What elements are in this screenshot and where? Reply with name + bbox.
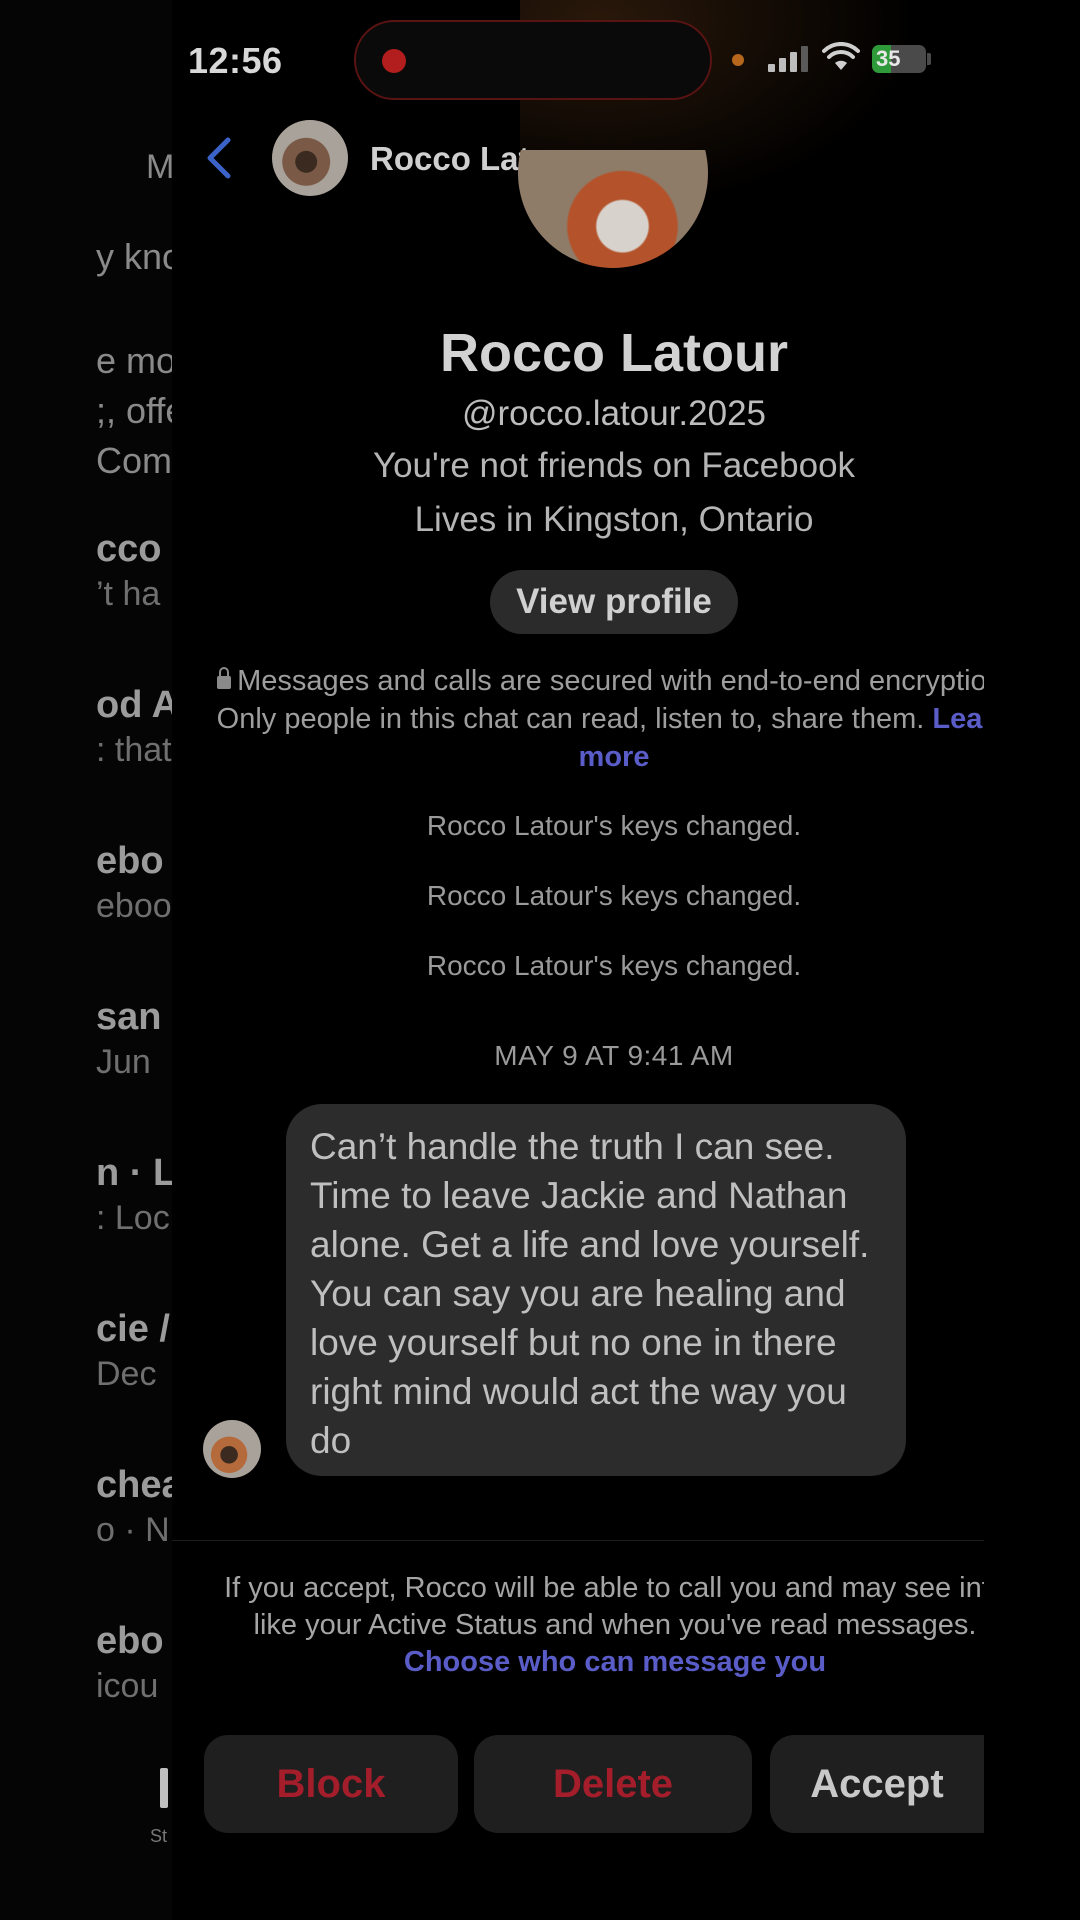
accept-button[interactable]: Accept [770, 1735, 984, 1833]
list-item[interactable]: od A : that [96, 684, 172, 770]
status-time: 12:56 [188, 40, 283, 81]
list-item-name: cie / [96, 1308, 170, 1350]
list-item-name: n · L [96, 1152, 172, 1194]
list-item-preview: : Loc [96, 1199, 170, 1237]
list-item[interactable]: n · L : Loc [96, 1152, 172, 1238]
sender-avatar[interactable] [203, 1420, 261, 1478]
list-item-preview: e mo [96, 340, 172, 381]
list-item[interactable]: ebo icou [96, 1620, 172, 1706]
block-button[interactable]: Block [204, 1735, 458, 1833]
list-item-preview: eboo [96, 887, 172, 925]
list-item[interactable]: ebo eboo [96, 840, 172, 926]
recording-indicator-icon [382, 49, 406, 73]
stories-tab-icon[interactable] [160, 1768, 168, 1808]
list-item[interactable]: e mo ;, offe Comr [96, 340, 172, 482]
dynamic-island [354, 20, 712, 100]
list-item-preview: icou [96, 1667, 159, 1705]
background-list-title: M [146, 148, 172, 186]
background-conversation-list: M y kno e mo ;, offe Comr cco L ’t ha od… [0, 0, 172, 1920]
wifi-icon [822, 42, 860, 70]
list-item-preview: o · N [96, 1511, 170, 1549]
list-item-preview: Jun [96, 1043, 151, 1081]
list-item-preview: ’t ha [96, 575, 161, 613]
friendship-status: You're not friends on Facebook [372, 446, 856, 485]
profile-avatar [518, 150, 708, 268]
delete-button[interactable]: Delete [474, 1735, 752, 1833]
message-bubble[interactable]: Can’t handle the truth I can see. Time t… [286, 1104, 906, 1476]
battery-tip [927, 53, 931, 65]
list-item-name: od A [96, 684, 172, 726]
list-item[interactable]: cie / Dec [96, 1308, 172, 1394]
keys-changed-notice: Rocco Latour's keys changed. [426, 880, 802, 911]
back-chevron-icon[interactable] [200, 134, 236, 182]
list-item-name: ebo [96, 840, 164, 882]
keys-changed-notice: Rocco Latour's keys changed. [426, 810, 802, 841]
privacy-indicator-icon [732, 54, 744, 66]
list-item-name: cco L [96, 528, 172, 570]
list-item[interactable]: cco L ’t ha [96, 528, 172, 614]
profile-handle: @rocco.latour.2025 [461, 394, 767, 433]
list-item-preview: : that [96, 731, 172, 769]
date-separator: MAY 9 AT 9:41 AM [494, 1040, 734, 1071]
stories-tab-label: St [150, 1826, 168, 1846]
keys-changed-notice: Rocco Latour's keys changed. [426, 950, 802, 981]
header-avatar[interactable] [272, 120, 348, 196]
list-item[interactable]: chea o · N [96, 1464, 172, 1550]
list-item-preview: y kno [96, 236, 172, 277]
list-item-name: chea [96, 1464, 172, 1506]
divider [172, 1540, 984, 1541]
list-item[interactable]: san E Jun [96, 996, 172, 1082]
profile-name: Rocco Latour [439, 323, 789, 383]
screen-edge [984, 0, 1080, 1920]
list-item-preview: Comr [96, 440, 172, 481]
list-item[interactable]: y kno [96, 236, 172, 278]
message-request-info: If you accept, Rocco will be able to cal… [220, 1570, 1010, 1681]
list-item-preview: Dec [96, 1355, 157, 1393]
list-item-name: ebo [96, 1620, 164, 1662]
lock-icon [217, 667, 232, 689]
choose-who-can-message-link[interactable]: Choose who can message you [404, 1646, 826, 1678]
request-info-text: If you accept, Rocco will be able to cal… [224, 1572, 1006, 1641]
view-profile-button[interactable]: View profile [490, 570, 738, 634]
list-item-name: san E [96, 996, 172, 1038]
list-item-preview: ;, offe [96, 390, 172, 431]
profile-location: Lives in Kingston, Ontario [414, 500, 814, 539]
battery-percent: 35 [876, 46, 901, 71]
cellular-signal-icon [768, 44, 810, 72]
encryption-notice: Messages and calls are secured with end-… [172, 662, 1056, 776]
encryption-text: Messages and calls are secured with end-… [216, 665, 1011, 735]
battery-icon: 35 [872, 45, 926, 73]
